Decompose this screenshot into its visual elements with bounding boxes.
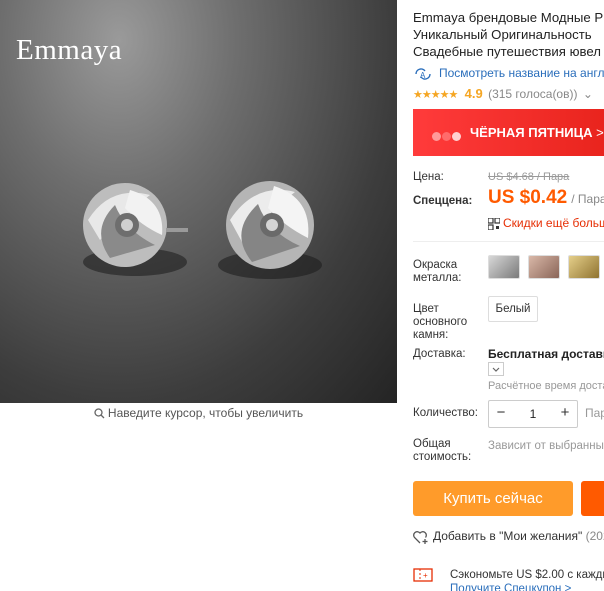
brand-watermark: Emmaya	[16, 34, 123, 66]
save-offer-text: Сэкономьте US $2.00 с каждых	[450, 569, 604, 581]
wishlist-text[interactable]: Добавить в "Мои желания"	[433, 529, 582, 543]
stone-color-label-line: Цвет	[413, 303, 439, 315]
special-price-value: US $0.42	[488, 187, 568, 208]
magnifier-icon	[94, 408, 105, 419]
product-title: Emmaya брендовые Модные Р Уникальный Ори…	[413, 9, 604, 60]
special-price: US $0.42/ Пара	[488, 187, 604, 209]
rating-chevron-icon[interactable]: ⌄	[583, 87, 593, 101]
promo-dots-icon	[432, 128, 462, 146]
quantity-stepper: − 1 +	[488, 400, 578, 428]
stone-color-label-line: камня:	[413, 329, 449, 341]
product-info-panel: Emmaya брендовые Модные Р Уникальный Ори…	[413, 0, 604, 591]
delivery-label: Доставка:	[413, 348, 466, 360]
translate-icon: A	[415, 68, 431, 80]
heart-plus-icon	[413, 530, 428, 544]
black-friday-banner[interactable]: ЧЁРНАЯ ПЯТНИЦА >	[413, 109, 604, 156]
quantity-unit: Пар	[585, 406, 604, 420]
special-price-label: Спеццена:	[413, 195, 473, 207]
metal-color-label-line: Окраска	[413, 259, 458, 271]
total-value: Зависит от выбранных	[488, 440, 604, 452]
add-to-wishlist-link[interactable]: Добавить в "Мои желания" (202 д	[413, 529, 604, 544]
rating-votes[interactable]: (315 голоса(ов))	[488, 87, 577, 101]
total-label-line: стоимость:	[413, 451, 472, 463]
delivery-value: Бесплатная доставка	[488, 347, 604, 361]
stone-option-white[interactable]: Белый	[488, 296, 538, 322]
translate-title-link[interactable]: A Посмотреть название на англи	[413, 66, 604, 81]
earring-left-image	[83, 183, 188, 276]
total-label-line: Общая	[413, 438, 451, 450]
quantity-label: Количество:	[413, 407, 478, 419]
zoom-hint-text: Наведите курсор, чтобы увеличить	[107, 406, 304, 420]
product-title-line: Свадебные путешествия ювел	[413, 44, 601, 59]
add-to-cart-button[interactable]	[581, 481, 604, 516]
product-title-line: Emmaya брендовые Модные Р	[413, 10, 604, 25]
divider	[413, 241, 604, 242]
metal-swatch-silver[interactable]	[488, 255, 520, 279]
product-main-image[interactable]: Emmaya	[0, 0, 397, 403]
product-title-line: Уникальный Оригинальность	[413, 27, 592, 42]
stone-color-label: Цвет основного камня:	[413, 303, 467, 342]
promo-label-text: ЧЁРНАЯ ПЯТНИЦА	[470, 125, 593, 140]
get-coupon-link[interactable]: Получите Спецкупон >	[450, 583, 571, 591]
translate-link-text[interactable]: Посмотреть название на англи	[439, 66, 604, 80]
total-label: Общая стоимость:	[413, 438, 471, 464]
qr-code-icon	[488, 217, 500, 230]
stone-color-label-line: основного	[413, 316, 468, 328]
original-price: US $4.68 / Пара	[488, 171, 570, 183]
metal-color-label: Окраска металла:	[413, 259, 461, 285]
special-price-unit: / Пара	[571, 192, 604, 206]
metal-swatch-gold[interactable]	[568, 255, 600, 279]
coupon-text[interactable]: Скидки ещё больше	[503, 216, 604, 230]
promo-chevron-icon: >	[596, 125, 604, 140]
promo-label: ЧЁРНАЯ ПЯТНИЦА >	[470, 125, 604, 140]
coupon-link[interactable]: Скидки ещё больше	[488, 216, 604, 230]
rating-stars-icon: ★★★★★	[413, 89, 458, 101]
zoom-hint: Наведите курсор, чтобы увеличить	[0, 406, 397, 420]
delivery-eta: Расчётное время доста	[488, 380, 604, 392]
price-label: Цена:	[413, 171, 444, 183]
buy-now-button[interactable]: Купить сейчас	[413, 481, 573, 516]
wishlist-count: (202 д	[585, 529, 604, 543]
quantity-decrease-button[interactable]: −	[489, 401, 513, 427]
svg-text:+: +	[423, 571, 428, 580]
rating-summary[interactable]: ★★★★★ 4.9 (315 голоса(ов)) ⌄	[413, 86, 593, 101]
chevron-down-icon	[492, 367, 500, 372]
quantity-increase-button[interactable]: +	[553, 401, 577, 427]
earring-right-image	[218, 181, 322, 279]
quantity-input[interactable]: 1	[513, 401, 553, 427]
delivery-dropdown[interactable]	[488, 362, 504, 376]
svg-text:A: A	[420, 71, 426, 80]
metal-color-label-line: металла:	[413, 272, 462, 284]
metal-swatch-rose[interactable]	[528, 255, 560, 279]
rating-score: 4.9	[464, 86, 483, 101]
coupon-ticket-icon: +	[413, 568, 433, 582]
